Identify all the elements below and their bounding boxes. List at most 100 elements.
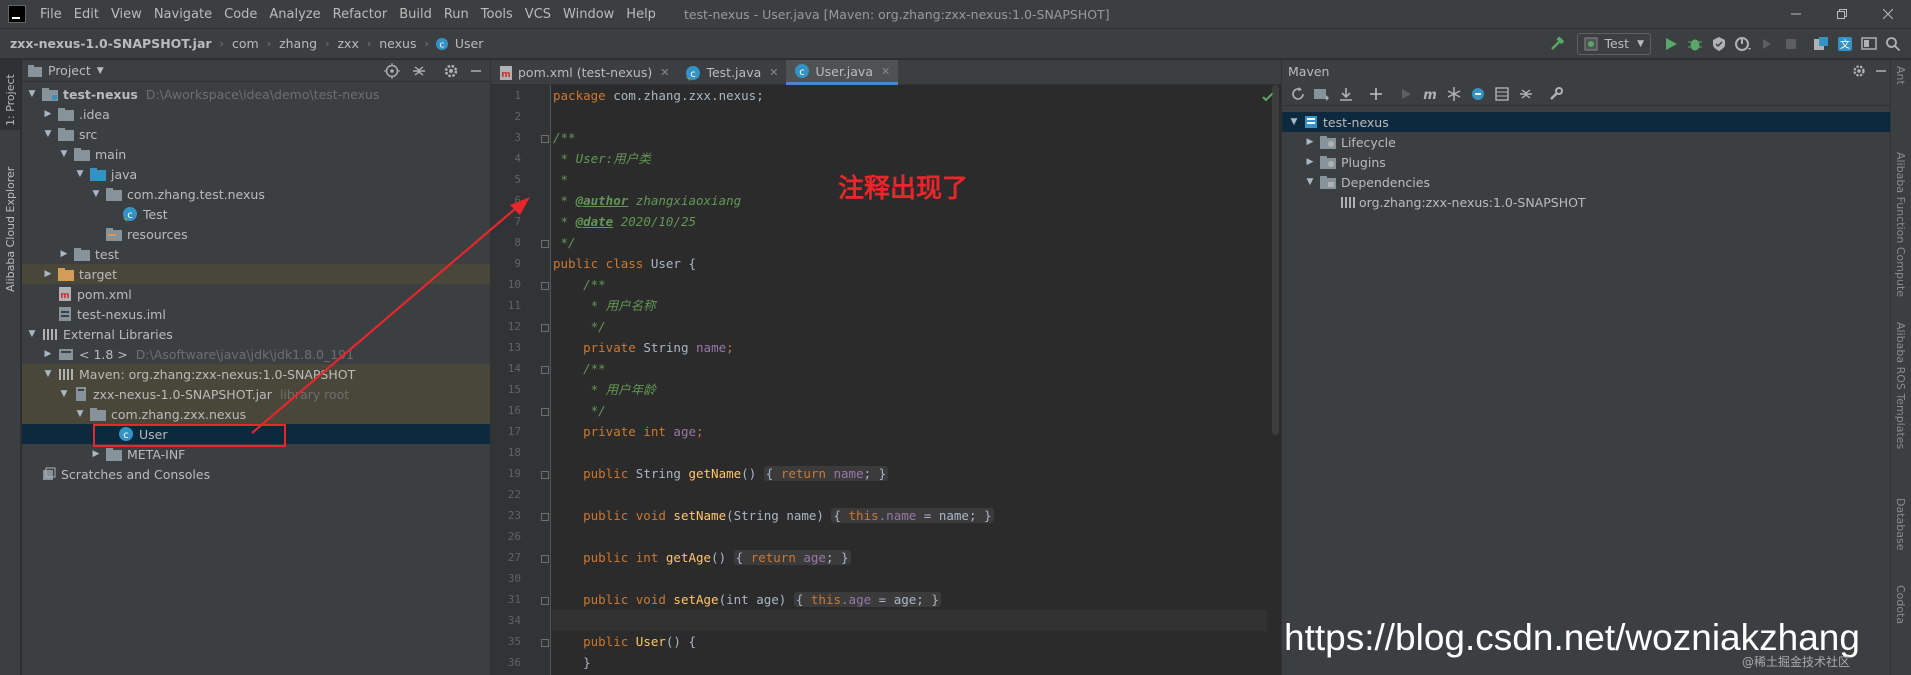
run-configuration-select[interactable]: Test ▼	[1577, 32, 1651, 55]
breadcrumb-separator: ›	[219, 37, 224, 50]
menu-navigate[interactable]: Navigate	[148, 0, 218, 29]
close-tab-icon[interactable]: ✕	[660, 66, 669, 79]
menu-help[interactable]: Help	[620, 0, 662, 29]
search-everywhere-button[interactable]	[1881, 32, 1905, 56]
collapse-all-icon[interactable]	[411, 63, 427, 79]
chevron-right-icon: ▶	[1306, 157, 1314, 167]
collapse-all-button[interactable]	[1514, 82, 1538, 106]
maven-tree-lifecycle[interactable]: ▶ Lifecycle	[1282, 132, 1890, 152]
tree-label: Test	[143, 206, 168, 222]
execute-goal-button[interactable]: m	[1418, 82, 1442, 106]
close-tab-icon[interactable]: ✕	[769, 66, 778, 79]
generate-sources-button[interactable]	[1310, 82, 1334, 106]
breadcrumb-zxx[interactable]: zxx	[335, 36, 360, 51]
line-number: 2	[514, 110, 521, 123]
reload-button[interactable]	[1286, 82, 1310, 106]
project-panel-title[interactable]: Project	[48, 63, 91, 78]
hide-panel-icon[interactable]	[1874, 64, 1888, 78]
chevron-down-icon[interactable]: ▼	[97, 66, 104, 76]
menu-run[interactable]: Run	[438, 0, 475, 29]
breadcrumb-com[interactable]: com	[230, 36, 261, 51]
fold-marker[interactable]	[541, 471, 549, 479]
gear-icon[interactable]	[443, 63, 459, 79]
maven-tree-dependency[interactable]: org.zhang:zxx-nexus:1.0-SNAPSHOT	[1282, 192, 1890, 212]
skip-tests-button[interactable]	[1466, 82, 1490, 106]
maven-panel-title: Maven	[1288, 63, 1330, 79]
cloud-explorer-tab-label[interactable]: Alibaba Cloud Explorer	[4, 167, 17, 292]
maven-tree-project[interactable]: ▼ test-nexus	[1282, 112, 1890, 132]
folded-body[interactable]: { return name; }	[763, 466, 889, 481]
tree-row-meta-inf[interactable]: ▶ META-INF	[22, 444, 490, 464]
toggle-offline-button[interactable]	[1442, 82, 1466, 106]
tab-test-java[interactable]: c Test.java ✕	[677, 60, 786, 85]
breadcrumb-user[interactable]: User	[453, 36, 486, 51]
tree-row-java[interactable]: ▼ java	[22, 164, 490, 184]
gear-icon[interactable]	[1852, 64, 1866, 78]
breadcrumb-nexus[interactable]: nexus	[377, 36, 418, 51]
folded-body[interactable]: { return age; }	[733, 550, 851, 565]
ant-tab[interactable]: Ant	[1894, 66, 1907, 85]
tree-row-src[interactable]: ▼ src	[22, 124, 490, 144]
menu-view[interactable]: View	[105, 0, 148, 29]
breadcrumb-jar[interactable]: zxx-nexus-1.0-SNAPSHOT.jar	[0, 36, 214, 51]
locate-icon[interactable]	[384, 63, 400, 79]
menu-refactor[interactable]: Refactor	[327, 0, 394, 29]
ros-templates-tab[interactable]: Alibaba ROS Templates	[1894, 322, 1907, 449]
run-maven-button[interactable]	[1394, 82, 1418, 106]
profile-button[interactable]	[1731, 32, 1755, 56]
breadcrumb-zhang[interactable]: zhang	[277, 36, 319, 51]
menu-window[interactable]: Window	[557, 0, 620, 29]
fold-marker[interactable]	[541, 639, 549, 647]
restore-button[interactable]	[1819, 0, 1865, 29]
download-button[interactable]	[1334, 82, 1358, 106]
code-line-15: * 用户年龄	[553, 382, 656, 397]
editor-scrollbar[interactable]	[1272, 85, 1279, 435]
tab-pom-xml[interactable]: m pom.xml (test-nexus) ✕	[491, 60, 677, 85]
fold-marker[interactable]	[541, 135, 549, 143]
close-tab-icon[interactable]: ✕	[881, 65, 890, 78]
presentation-button[interactable]	[1857, 32, 1881, 56]
close-window-button[interactable]	[1865, 0, 1911, 29]
maven-tree-plugins[interactable]: ▶ Plugins	[1282, 152, 1890, 172]
fold-marker[interactable]	[541, 513, 549, 521]
build-button[interactable]	[1545, 32, 1569, 56]
menu-tools[interactable]: Tools	[475, 0, 519, 29]
menu-edit[interactable]: Edit	[68, 0, 105, 29]
tree-row-idea[interactable]: ▶ .idea	[22, 104, 490, 124]
step-button[interactable]	[1755, 32, 1779, 56]
fold-marker[interactable]	[541, 597, 549, 605]
stop-button[interactable]	[1779, 32, 1803, 56]
maven-tree-dependencies[interactable]: ▼ Dependencies	[1282, 172, 1890, 192]
translate-button[interactable]: 文	[1833, 32, 1857, 56]
tree-row-test-nexus[interactable]: ▼ test-nexus D:\Aworkspace\idea\demo\tes…	[22, 84, 490, 104]
fold-marker[interactable]	[541, 240, 549, 248]
add-button[interactable]	[1364, 82, 1388, 106]
folded-body[interactable]: { this.age = age; }	[793, 592, 941, 607]
function-compute-tab[interactable]: Alibaba Function Compute	[1894, 152, 1907, 297]
database-tab[interactable]: Database	[1894, 498, 1907, 551]
maven-settings-button[interactable]	[1544, 82, 1568, 106]
project-structure-button[interactable]	[1809, 32, 1833, 56]
menu-code[interactable]: Code	[218, 0, 263, 29]
run-button[interactable]	[1659, 32, 1683, 56]
show-dependencies-button[interactable]	[1490, 82, 1514, 106]
tree-row-main[interactable]: ▼ main	[22, 144, 490, 164]
hide-panel-icon[interactable]	[468, 63, 484, 79]
debug-button[interactable]	[1683, 32, 1707, 56]
menu-file[interactable]: File	[34, 0, 68, 29]
menu-build[interactable]: Build	[393, 0, 438, 29]
folded-body[interactable]: { this.name = name; }	[831, 508, 994, 523]
minimize-button[interactable]	[1773, 0, 1819, 29]
fold-marker[interactable]	[541, 366, 549, 374]
menu-vcs[interactable]: VCS	[519, 0, 557, 29]
fold-marker[interactable]	[541, 282, 549, 290]
fold-marker[interactable]	[541, 555, 549, 563]
coverage-button[interactable]	[1707, 32, 1731, 56]
fold-marker[interactable]	[541, 408, 549, 416]
tree-row-scratches[interactable]: Scratches and Consoles	[22, 464, 490, 484]
fold-marker[interactable]	[541, 324, 549, 332]
project-tool-tab-label[interactable]: 1: Project	[4, 74, 17, 126]
menu-analyze[interactable]: Analyze	[263, 0, 326, 29]
tab-user-java[interactable]: c User.java ✕	[786, 60, 899, 85]
codota-tab[interactable]: Codota	[1894, 585, 1907, 624]
